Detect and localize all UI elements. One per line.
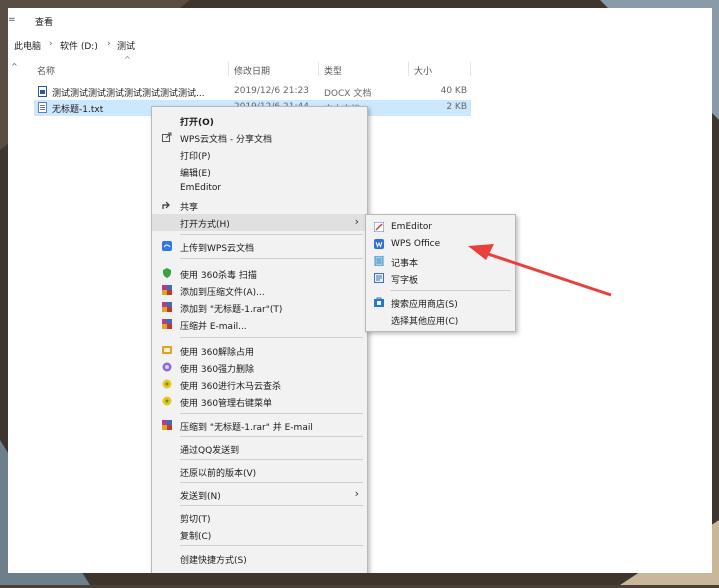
file-explorer-window: = 查看 此电脑 › 软件 (D:) › 测试 ^ ^ 名称 修改日期 类型 大… bbox=[8, 8, 712, 573]
annotation-arrow bbox=[468, 244, 612, 297]
